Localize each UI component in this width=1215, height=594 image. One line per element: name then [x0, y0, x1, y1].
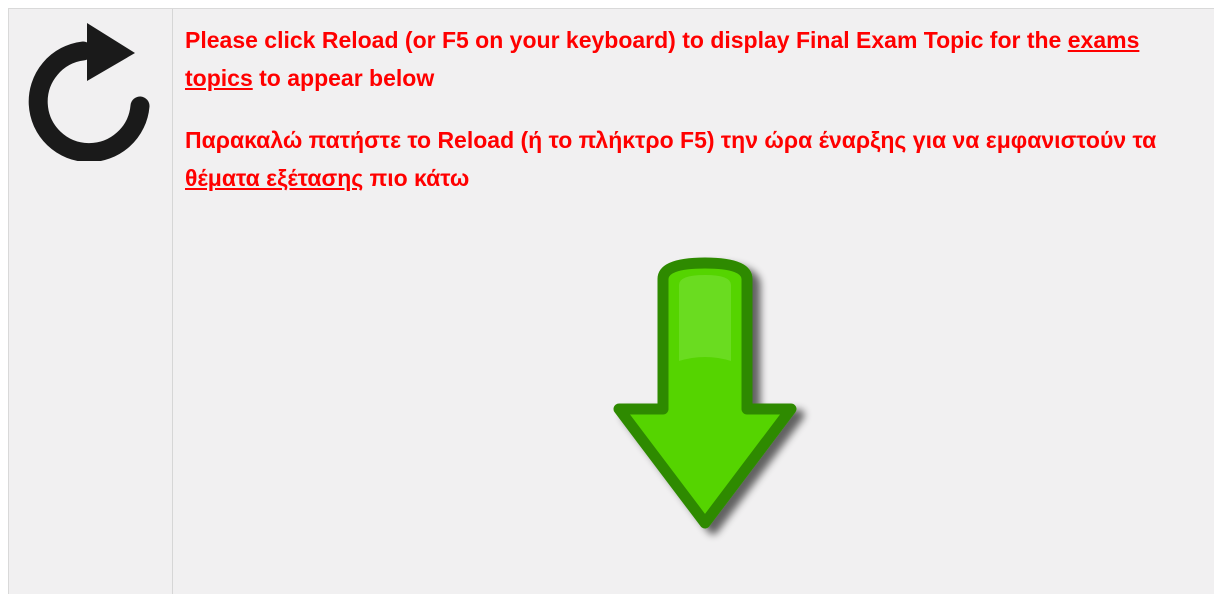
reload-icon[interactable]	[25, 21, 155, 161]
reload-instruction-english: Please click Reload (or F5 on your keybo…	[185, 21, 1205, 97]
exam-topics-link-greek[interactable]: θέματα εξέτασης	[185, 165, 363, 191]
down-arrow-icon	[595, 241, 815, 551]
message-cell: Please click Reload (or F5 on your keybo…	[173, 9, 1214, 594]
instruction-text-end: to appear below	[252, 65, 435, 91]
content-table: Please click Reload (or F5 on your keybo…	[8, 8, 1214, 594]
icon-cell	[9, 9, 173, 594]
instruction-text-greek: Παρακαλώ πατήστε το Reload (ή το πλήκτρο…	[185, 127, 1157, 153]
reload-instruction-greek: Παρακαλώ πατήστε το Reload (ή το πλήκτρο…	[185, 121, 1205, 197]
instruction-text-greek-end: πιο κάτω	[363, 165, 470, 191]
instruction-text: Please click Reload (or F5 on your keybo…	[185, 27, 1068, 53]
